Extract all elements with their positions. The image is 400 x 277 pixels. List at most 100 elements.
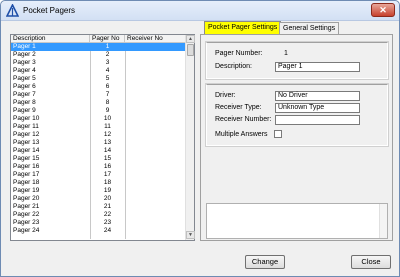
close-button[interactable]: Close bbox=[351, 255, 391, 269]
multiple-answers-checkbox[interactable] bbox=[274, 130, 282, 138]
list-item[interactable]: Pager 23 23 bbox=[11, 219, 185, 227]
driver-label: Driver: bbox=[215, 92, 236, 99]
pager-number-cell: 21 bbox=[103, 203, 112, 210]
change-button[interactable]: Change bbox=[245, 255, 285, 269]
list-item[interactable]: Pager 13 13 bbox=[11, 139, 185, 147]
pager-description-cell: Pager 15 bbox=[13, 155, 40, 162]
pager-number-label: Pager Number: bbox=[215, 50, 263, 57]
pager-number-cell: 4 bbox=[105, 67, 110, 74]
list-item[interactable]: Pager 24 24 bbox=[11, 227, 185, 235]
list-item[interactable]: Pager 19 19 bbox=[11, 187, 185, 195]
pager-description-cell: Pager 6 bbox=[13, 83, 36, 90]
list-item[interactable]: Pager 8 8 bbox=[11, 99, 185, 107]
pager-info-group bbox=[205, 41, 389, 80]
list-item[interactable]: Pager 20 20 bbox=[11, 195, 185, 203]
pager-description-cell: Pager 8 bbox=[13, 99, 36, 106]
list-item[interactable]: Pager 7 7 bbox=[11, 91, 185, 99]
pager-number-cell: 14 bbox=[103, 147, 112, 154]
pager-number-cell: 6 bbox=[105, 83, 110, 90]
pager-number-cell: 19 bbox=[103, 187, 112, 194]
column-header-pager-no[interactable]: Pager No bbox=[90, 35, 125, 43]
pager-number-cell: 10 bbox=[103, 115, 112, 122]
list-item[interactable]: Pager 12 12 bbox=[11, 131, 185, 139]
pager-description-cell: Pager 16 bbox=[13, 163, 40, 170]
pager-description-cell: Pager 20 bbox=[13, 195, 40, 202]
list-item[interactable]: Pager 10 10 bbox=[11, 115, 185, 123]
list-header: Description Pager No Receiver No bbox=[11, 35, 185, 43]
pager-number-cell: 5 bbox=[105, 75, 110, 82]
tab-general-settings[interactable]: General Settings bbox=[279, 22, 340, 34]
pager-number-cell: 23 bbox=[103, 219, 112, 226]
pager-number-cell: 7 bbox=[105, 91, 110, 98]
list-scrollbar[interactable]: ▲ ▼ bbox=[185, 35, 195, 240]
pager-number-cell: 9 bbox=[105, 107, 110, 114]
pager-description-cell: Pager 21 bbox=[13, 203, 40, 210]
multiple-answers-label: Multiple Answers bbox=[215, 131, 268, 138]
description-field[interactable]: Pager 1 bbox=[275, 62, 360, 72]
pager-number-cell: 24 bbox=[103, 227, 112, 234]
pager-description-cell: Pager 2 bbox=[13, 51, 36, 58]
list-item[interactable]: Pager 6 6 bbox=[11, 83, 185, 91]
pager-description-cell: Pager 3 bbox=[13, 59, 36, 66]
pager-description-cell: Pager 17 bbox=[13, 171, 40, 178]
pager-number-cell: 11 bbox=[104, 123, 111, 130]
scroll-down-arrow-icon[interactable]: ▼ bbox=[186, 231, 195, 239]
pager-description-cell: Pager 5 bbox=[13, 75, 36, 82]
list-item[interactable]: Pager 9 9 bbox=[11, 107, 185, 115]
window-title: Pocket Pagers bbox=[23, 6, 76, 15]
scroll-up-arrow-icon[interactable]: ▲ bbox=[186, 35, 195, 43]
list-item[interactable]: Pager 2 2 bbox=[11, 51, 185, 59]
notes-textarea[interactable] bbox=[206, 203, 388, 239]
pager-description-cell: Pager 14 bbox=[13, 147, 40, 154]
receiver-number-field[interactable] bbox=[275, 115, 360, 125]
list-item[interactable]: Pager 22 22 bbox=[11, 211, 185, 219]
column-header-description[interactable]: Description bbox=[11, 35, 90, 43]
pager-description-cell: Pager 11 bbox=[13, 123, 39, 130]
list-item[interactable]: Pager 16 16 bbox=[11, 163, 185, 171]
pager-description-cell: Pager 12 bbox=[13, 131, 40, 138]
window-close-button[interactable]: ✕ bbox=[371, 3, 395, 17]
pager-description-cell: Pager 4 bbox=[13, 67, 36, 74]
pager-list[interactable]: Description Pager No Receiver No Pager 1… bbox=[10, 34, 195, 241]
list-item[interactable]: Pager 14 14 bbox=[11, 147, 185, 155]
pager-number-cell: 12 bbox=[103, 131, 112, 138]
list-item[interactable]: Pager 21 21 bbox=[11, 203, 185, 211]
notes-scrollbar[interactable] bbox=[379, 204, 387, 238]
list-item[interactable]: Pager 11 11 bbox=[11, 123, 185, 131]
pager-number-cell: 16 bbox=[103, 163, 112, 170]
title-bar[interactable]: Pocket Pagers ✕ bbox=[1, 1, 399, 21]
list-item[interactable]: Pager 1 1 bbox=[11, 43, 185, 51]
pager-description-cell: Pager 18 bbox=[13, 179, 40, 186]
pager-description-cell: Pager 7 bbox=[13, 91, 36, 98]
pager-number-cell: 1 bbox=[105, 43, 110, 50]
receiver-number-label: Receiver Number: bbox=[215, 116, 272, 123]
pager-number-cell: 18 bbox=[103, 179, 112, 186]
tab-pocket-pager-settings[interactable]: Pocket Pager Settings bbox=[204, 21, 282, 34]
pager-number-cell: 3 bbox=[105, 59, 110, 66]
list-item[interactable]: Pager 3 3 bbox=[11, 59, 185, 67]
driver-field[interactable]: No Driver bbox=[275, 91, 360, 101]
pager-number-cell: 17 bbox=[103, 171, 112, 178]
scrollbar-thumb[interactable] bbox=[187, 44, 194, 56]
settings-panel: Pager Number: 1 Description: Pager 1 Dri… bbox=[200, 34, 393, 241]
description-label: Description: bbox=[215, 63, 252, 70]
pager-number-cell: 13 bbox=[103, 139, 112, 146]
list-item[interactable]: Pager 15 15 bbox=[11, 155, 185, 163]
pocket-pagers-window: Pocket Pagers ✕ Description Pager No Rec… bbox=[0, 0, 400, 277]
receiver-type-label: Receiver Type: bbox=[215, 104, 262, 111]
pager-description-cell: Pager 23 bbox=[13, 219, 40, 226]
receiver-type-field[interactable]: Unknown Type bbox=[275, 103, 360, 113]
list-item[interactable]: Pager 18 18 bbox=[11, 179, 185, 187]
pager-description-cell: Pager 13 bbox=[13, 139, 40, 146]
pager-description-cell: Pager 24 bbox=[13, 227, 40, 234]
column-header-receiver-no[interactable]: Receiver No bbox=[125, 35, 185, 43]
pager-number-cell: 2 bbox=[105, 51, 110, 58]
list-item[interactable]: Pager 4 4 bbox=[11, 67, 185, 75]
pager-description-cell: Pager 1 bbox=[13, 43, 36, 50]
pager-description-cell: Pager 22 bbox=[13, 211, 40, 218]
list-item[interactable]: Pager 5 5 bbox=[11, 75, 185, 83]
list-item[interactable]: Pager 17 17 bbox=[11, 171, 185, 179]
list-body: Pager 1 1 Pager 2 2 Pager 3 3 Pager 4 4 Pager 55… bbox=[11, 43, 185, 239]
pager-number-cell: 20 bbox=[103, 195, 112, 202]
pager-number-value: 1 bbox=[284, 50, 288, 57]
